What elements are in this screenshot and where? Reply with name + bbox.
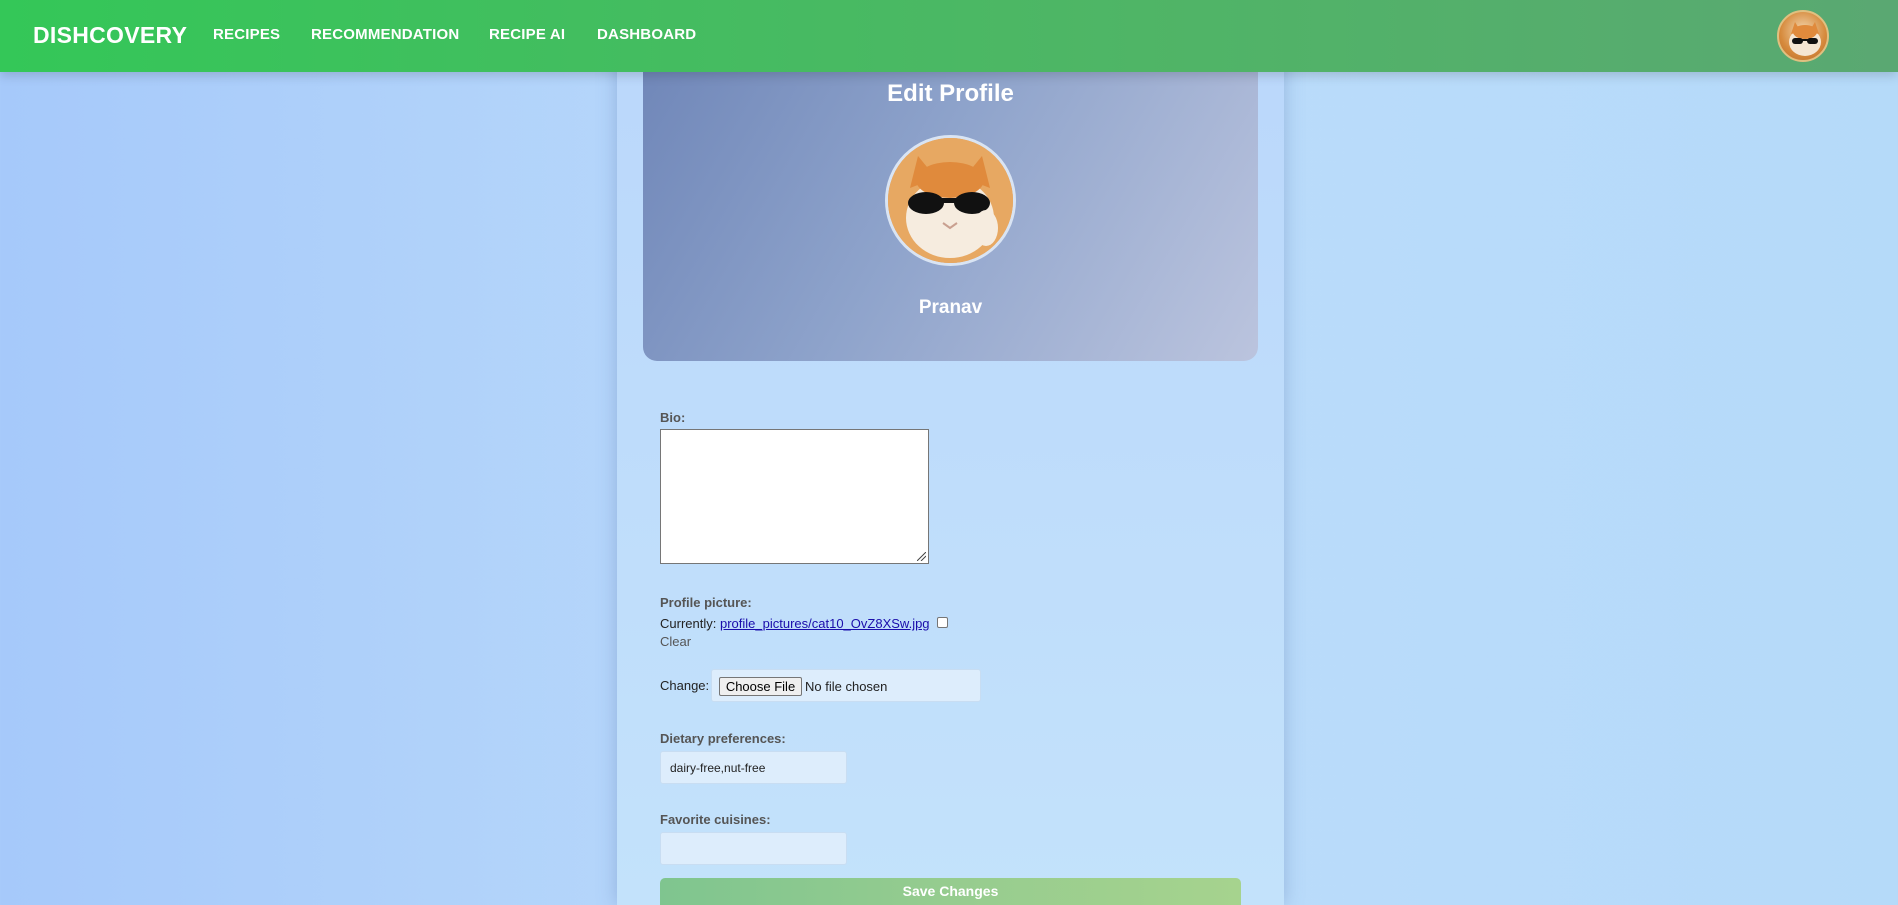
clear-label: Clear — [660, 634, 692, 649]
user-avatar[interactable] — [1777, 10, 1829, 62]
currently-label: Currently: — [660, 616, 717, 631]
top-navbar: DISHCOVERY RECIPES RECOMMENDATION RECIPE… — [0, 0, 1898, 72]
currently-row: Currently: profile_pictures/cat10_OvZ8XS… — [660, 616, 930, 631]
profile-picture-label: Profile picture: — [660, 595, 752, 610]
cat-photo-icon — [888, 138, 1013, 263]
change-label: Change: — [660, 678, 710, 693]
profile-username: Pranav — [918, 297, 983, 318]
cuisines-input[interactable] — [660, 832, 847, 865]
dietary-input[interactable]: dairy-free,nut-free — [660, 751, 847, 784]
page-title: Edit Profile — [887, 80, 1014, 107]
resize-grip-icon[interactable] — [917, 552, 926, 561]
choose-file-button[interactable]: Choose File — [719, 677, 802, 696]
cuisines-label: Favorite cuisines: — [660, 812, 771, 827]
save-button[interactable]: Save Changes — [660, 878, 1241, 905]
bio-textarea[interactable] — [660, 429, 929, 564]
nav-link-dashboard[interactable]: DASHBOARD — [597, 26, 696, 43]
clear-checkbox[interactable] — [937, 617, 948, 628]
nav-link-recommendation[interactable]: RECOMMENDATION — [311, 26, 459, 43]
dietary-label: Dietary preferences: — [660, 731, 786, 746]
no-file-text: No file chosen — [805, 679, 888, 694]
profile-picture — [885, 135, 1016, 266]
nav-link-recipes[interactable]: RECIPES — [213, 26, 280, 43]
current-file-link[interactable]: profile_pictures/cat10_OvZ8XSw.jpg — [720, 616, 930, 631]
brand-logo[interactable]: DISHCOVERY — [33, 22, 187, 49]
cat-avatar-icon — [1789, 22, 1821, 56]
nav-link-recipe-ai[interactable]: RECIPE AI — [489, 26, 565, 43]
bio-label: Bio: — [660, 410, 686, 425]
